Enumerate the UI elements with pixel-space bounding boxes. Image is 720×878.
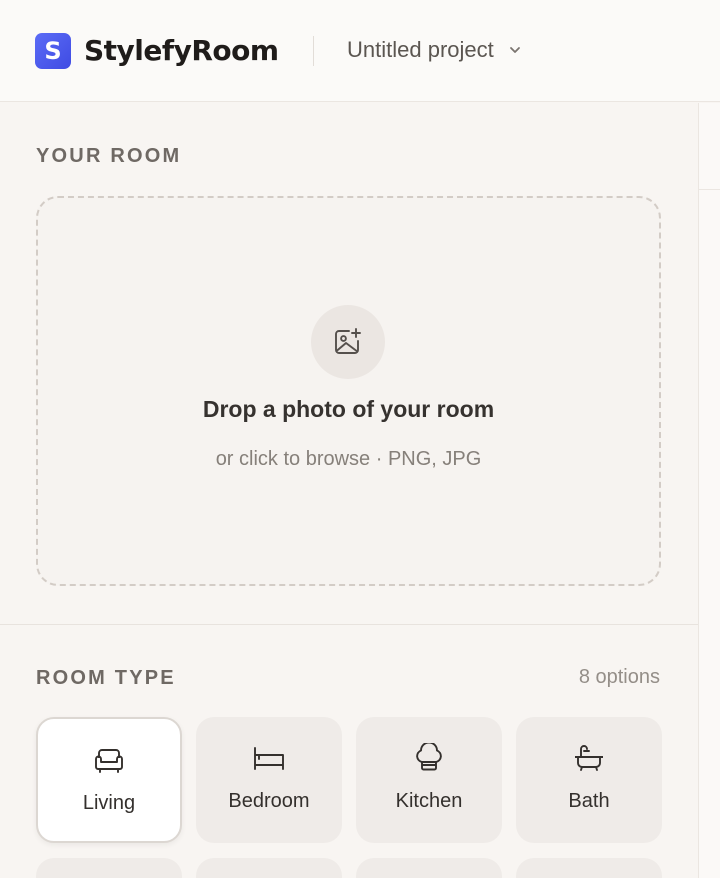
upload-icon-circle xyxy=(311,305,385,379)
room-type-label: Bath xyxy=(568,790,610,812)
logo-icon[interactable]: S xyxy=(35,33,71,69)
header-divider xyxy=(313,36,314,66)
your-room-heading: YOUR ROOM xyxy=(36,145,182,167)
section-divider xyxy=(0,624,698,625)
dropzone-subtitle: or click to browse · PNG, JPG xyxy=(215,448,482,470)
app-header: S StylefyRoom Untitled project xyxy=(0,0,720,102)
dropzone-title: Drop a photo of your room xyxy=(202,396,495,422)
brand-name[interactable]: StylefyRoom xyxy=(84,31,279,71)
room-type-tile[interactable] xyxy=(356,858,502,878)
room-type-label: Kitchen xyxy=(395,790,463,812)
room-type-bedroom[interactable]: Bedroom xyxy=(196,717,342,843)
chevron-down-icon xyxy=(509,47,520,53)
options-count: 8 options xyxy=(578,666,660,688)
room-type-label: Bedroom xyxy=(228,790,310,812)
image-plus-icon xyxy=(335,328,361,354)
sofa-icon xyxy=(95,749,123,773)
room-type-heading: ROOM TYPE xyxy=(36,667,176,689)
room-type-bath[interactable]: Bath xyxy=(516,717,662,843)
room-type-living[interactable]: Living xyxy=(36,717,182,843)
room-type-tile[interactable] xyxy=(516,858,662,878)
room-type-kitchen[interactable]: Kitchen xyxy=(356,717,502,843)
room-type-tile[interactable] xyxy=(36,858,182,878)
room-type-tile[interactable] xyxy=(196,858,342,878)
bed-icon xyxy=(254,747,284,770)
canvas-edge xyxy=(698,103,720,878)
project-selector[interactable]: Untitled project xyxy=(347,34,522,66)
bathtub-icon xyxy=(575,745,603,771)
project-name: Untitled project xyxy=(347,37,494,62)
photo-dropzone[interactable] xyxy=(36,196,661,586)
room-type-label: Living xyxy=(82,792,136,814)
chef-hat-icon xyxy=(416,743,442,771)
